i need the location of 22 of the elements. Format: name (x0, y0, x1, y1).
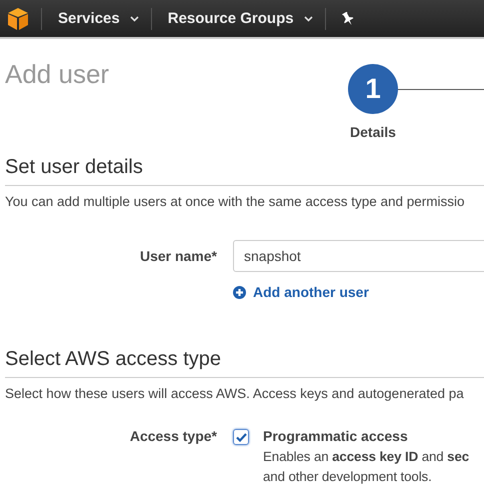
plus-circle-icon (233, 286, 246, 298)
step-label: Details (349, 124, 397, 140)
section-heading: Set user details (5, 156, 484, 186)
section-heading: Select AWS access type (5, 348, 484, 378)
option-description: Enables an access key ID and sec (263, 449, 470, 464)
caret-icon (130, 16, 139, 22)
section-description: You can add multiple users at once with the same access type and permissio (5, 194, 466, 209)
section-description: Select how these users will access AWS. Access keys and autogenerated pa (5, 386, 465, 401)
nav-menu-button[interactable]: Resource Groups (156, 10, 321, 27)
cube-logo-icon[interactable] (7, 6, 29, 30)
nav-menu-button[interactable]: Services (46, 10, 147, 27)
add-another-user-link[interactable]: Add another user (233, 284, 484, 300)
field-label: Access type* (128, 428, 217, 444)
user-name-field[interactable]: snapshot (233, 240, 484, 272)
checkbox[interactable] (233, 429, 249, 445)
page-title: Add user (5, 59, 110, 91)
field-label: User name* (138, 248, 217, 264)
step-number-circle: 1 (348, 64, 398, 114)
caret-icon (304, 16, 313, 22)
pin-icon[interactable] (342, 12, 354, 26)
option-description: and other development tools. (263, 469, 433, 484)
option-title: Programmatic access (263, 428, 409, 444)
